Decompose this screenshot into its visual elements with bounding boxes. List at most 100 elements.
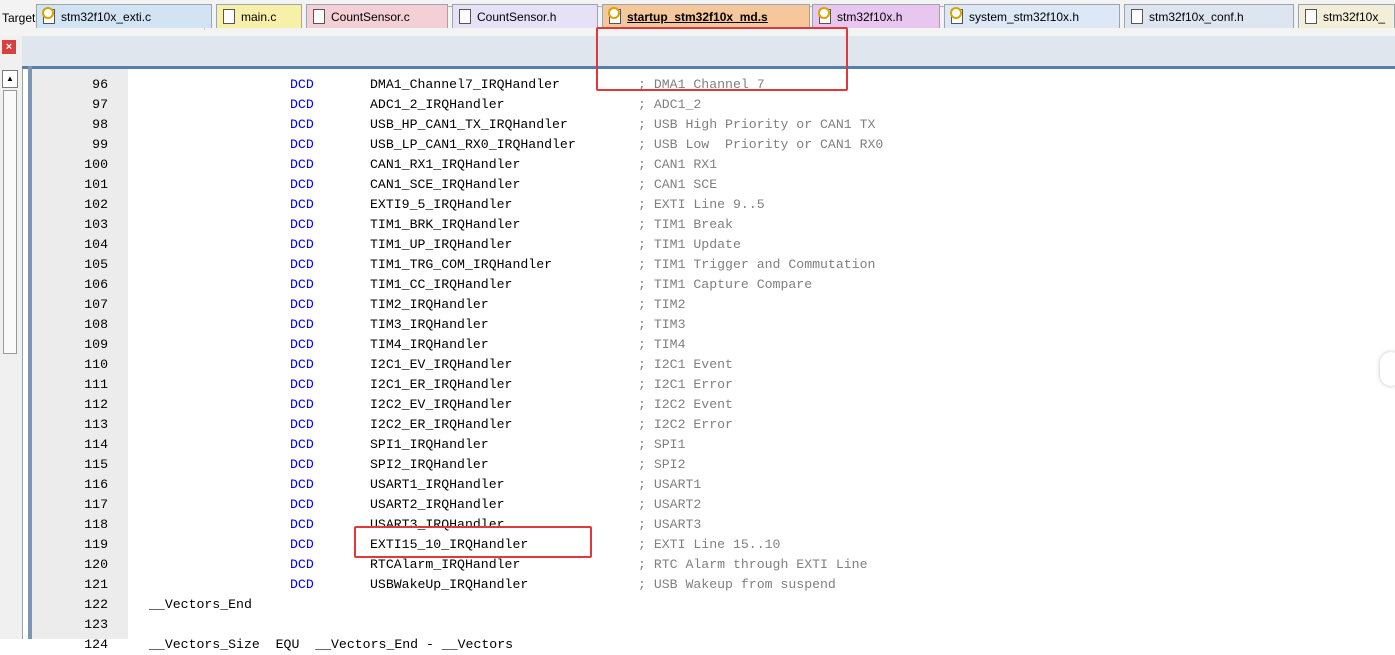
handler-symbol: TIM1_TRG_COM_IRQHandler (370, 257, 553, 272)
handler-symbol: TIM3_IRQHandler (370, 317, 489, 332)
line-number: 115 (84, 457, 108, 472)
code-comment: ; ADC1_2 (638, 97, 702, 112)
tab-3[interactable]: CountSensor.h (452, 4, 598, 28)
asm-directive: DCD (290, 497, 314, 512)
asm-directive: DCD (290, 257, 314, 272)
panel-scrollbar-thumb[interactable] (3, 90, 17, 354)
code-comment: ; TIM3 (638, 317, 686, 332)
line-number: 103 (84, 217, 108, 232)
tab-2[interactable]: CountSensor.c (306, 4, 448, 28)
code-line[interactable]: 123 (32, 615, 1395, 635)
scroll-up-arrow-icon[interactable]: ▲ (2, 70, 18, 88)
asm-directive: DCD (290, 297, 314, 312)
file-icon (223, 9, 235, 24)
line-number: 110 (84, 357, 108, 372)
line-number: 113 (84, 417, 108, 432)
code-line[interactable]: 116 DCD USART1_IRQHandler ; USART1 (32, 475, 1395, 495)
line-number: 111 (84, 377, 108, 392)
code-comment: ; EXTI Line 15..10 (638, 537, 781, 552)
asm-directive: DCD (290, 337, 314, 352)
floating-side-button[interactable] (1380, 352, 1395, 386)
asm-directive: DCD (290, 177, 314, 192)
handler-symbol: USB_HP_CAN1_TX_IRQHandler (370, 117, 568, 132)
handler-symbol: SPI2_IRQHandler (370, 457, 489, 472)
code-line[interactable]: 111 DCD I2C1_ER_IRQHandler ; I2C1 Error (32, 375, 1395, 395)
line-number: 105 (84, 257, 108, 272)
code-line[interactable]: 106 DCD TIM1_CC_IRQHandler ; TIM1 Capture C… (32, 275, 1395, 295)
close-panel-icon[interactable]: × (2, 40, 16, 54)
asm-directive: DCD (290, 317, 314, 332)
code-comment: ; USB Wakeup from suspend (638, 577, 836, 592)
line-number: 117 (84, 497, 108, 512)
asm-directive: DCD (290, 477, 314, 492)
tab-1[interactable]: main.c (216, 4, 302, 28)
code-line[interactable]: 104 DCD TIM1_UP_IRQHandler ; TIM1 Update (32, 235, 1395, 255)
tab-label: startup_stm32f10x_md.s (627, 10, 768, 24)
code-comment: ; I2C2 Error (638, 417, 733, 432)
line-number: 98 (92, 117, 108, 132)
code-line[interactable]: 110 DCD I2C1_EV_IRQHandler ; I2C1 Event (32, 355, 1395, 375)
code-line[interactable]: 112 DCD I2C2_EV_IRQHandler ; I2C2 Event (32, 395, 1395, 415)
code-line[interactable]: 98 DCD USB_HP_CAN1_TX_IRQHandler ; USB High… (32, 115, 1395, 135)
highlight-box-startup-tab (596, 27, 848, 91)
line-number: 118 (84, 517, 108, 532)
code-comment: ; RTC Alarm through EXTI Line (638, 557, 868, 572)
tab-0[interactable]: stm32f10x_exti.c (36, 4, 212, 28)
tab-label: stm32f10x.h (837, 10, 903, 24)
code-line[interactable]: 102 DCD EXTI9_5_IRQHandler ; EXTI Line 9..5 (32, 195, 1395, 215)
code-comment: ; I2C1 Error (638, 377, 733, 392)
code-line[interactable]: 118 DCD USART3_IRQHandler; USART3 (32, 515, 1395, 535)
asm-directive: DCD (290, 157, 314, 172)
code-line[interactable]: 107 DCD TIM2_IRQHandler ; TIM2 (32, 295, 1395, 315)
code-line[interactable]: 99 DCD USB_LP_CAN1_RX0_IRQHandler ; USB Low… (32, 135, 1395, 155)
tab-7[interactable]: stm32f10x_conf.h (1124, 4, 1294, 28)
code-comment: ; USB Low Priority or CAN1 RX0 (638, 137, 884, 152)
asm-directive: DCD (290, 437, 314, 452)
asm-directive: DCD (290, 377, 314, 392)
code-line[interactable]: 122 __Vectors_End (32, 595, 1395, 615)
line-number: 101 (84, 177, 108, 192)
line-number: 122 (84, 597, 108, 612)
code-line[interactable]: 97 DCD ADC1_2_IRQHandler ; ADC1_2 (32, 95, 1395, 115)
gear-file-icon (42, 7, 55, 24)
code-line[interactable]: 105 DCD TIM1_TRG_COM_IRQHandler ; TIM1 Trig… (32, 255, 1395, 275)
code-line[interactable]: 101 DCD CAN1_SCE_IRQHandler ; CAN1 SCE (32, 175, 1395, 195)
code-comment: ; TIM1 Capture Compare (638, 277, 813, 292)
code-line[interactable]: 109 DCD TIM4_IRQHandler ; TIM4 (32, 335, 1395, 355)
asm-directive: DCD (290, 577, 314, 592)
code-line[interactable]: 124 __Vectors_Size EQU __Vectors_End - __… (32, 635, 1395, 655)
code-line[interactable]: 120 DCD RTCAlarm_IRQHandler ; RTC Alarm thr… (32, 555, 1395, 575)
code-line[interactable]: 108 DCD TIM3_IRQHandler ; TIM3 (32, 315, 1395, 335)
code-line[interactable]: 114 DCD SPI1_IRQHandler ; SPI1 (32, 435, 1395, 455)
asm-directive: DCD (290, 217, 314, 232)
tab-label: CountSensor.c (331, 10, 410, 24)
line-number: 97 (92, 97, 108, 112)
tab-label: stm32f10x_conf.h (1149, 10, 1244, 24)
code-line[interactable]: 115 DCD SPI2_IRQHandler ; SPI2 (32, 455, 1395, 475)
asm-directive: DCD (290, 457, 314, 472)
code-line[interactable]: 100 DCD CAN1_RX1_IRQHandler ; CAN1 RX1 (32, 155, 1395, 175)
line-number: 109 (84, 337, 108, 352)
asm-label: __Vectors_End (149, 597, 252, 612)
line-number: 121 (84, 577, 108, 592)
tab-4[interactable]: startup_stm32f10x_md.s (602, 4, 810, 28)
asm-directive: DCD (290, 397, 314, 412)
file-icon (459, 9, 471, 24)
code-line[interactable]: 119 DCD EXTI15_10_IRQHandler; EXTI Line 15… (32, 535, 1395, 555)
tab-5[interactable]: stm32f10x.h (812, 4, 940, 28)
code-line[interactable]: 117 DCD USART2_IRQHandler ; USART2 (32, 495, 1395, 515)
asm-label: __Vectors_Size EQU __Vectors_End - __Vec… (149, 637, 514, 652)
handler-symbol: USBWakeUp_IRQHandler (370, 577, 529, 592)
tab-label: main.c (241, 10, 277, 24)
asm-directive: DCD (290, 97, 314, 112)
asm-directive: DCD (290, 517, 314, 532)
line-number: 114 (84, 437, 108, 452)
code-line[interactable]: 103 DCD TIM1_BRK_IRQHandler ; TIM1 Break (32, 215, 1395, 235)
code-line[interactable]: 121 DCD USBWakeUp_IRQHandler ; USB Wakeup f… (32, 575, 1395, 595)
tab-6[interactable]: system_stm32f10x.h (944, 4, 1120, 28)
code-comment: ; CAN1 RX1 (638, 157, 718, 172)
tab-8[interactable]: stm32f10x_ (1298, 4, 1395, 28)
code-comment: ; I2C1 Event (638, 357, 733, 372)
tab-label: system_stm32f10x.h (969, 10, 1080, 24)
code-line[interactable]: 113 DCD I2C2_ER_IRQHandler ; I2C2 Error (32, 415, 1395, 435)
